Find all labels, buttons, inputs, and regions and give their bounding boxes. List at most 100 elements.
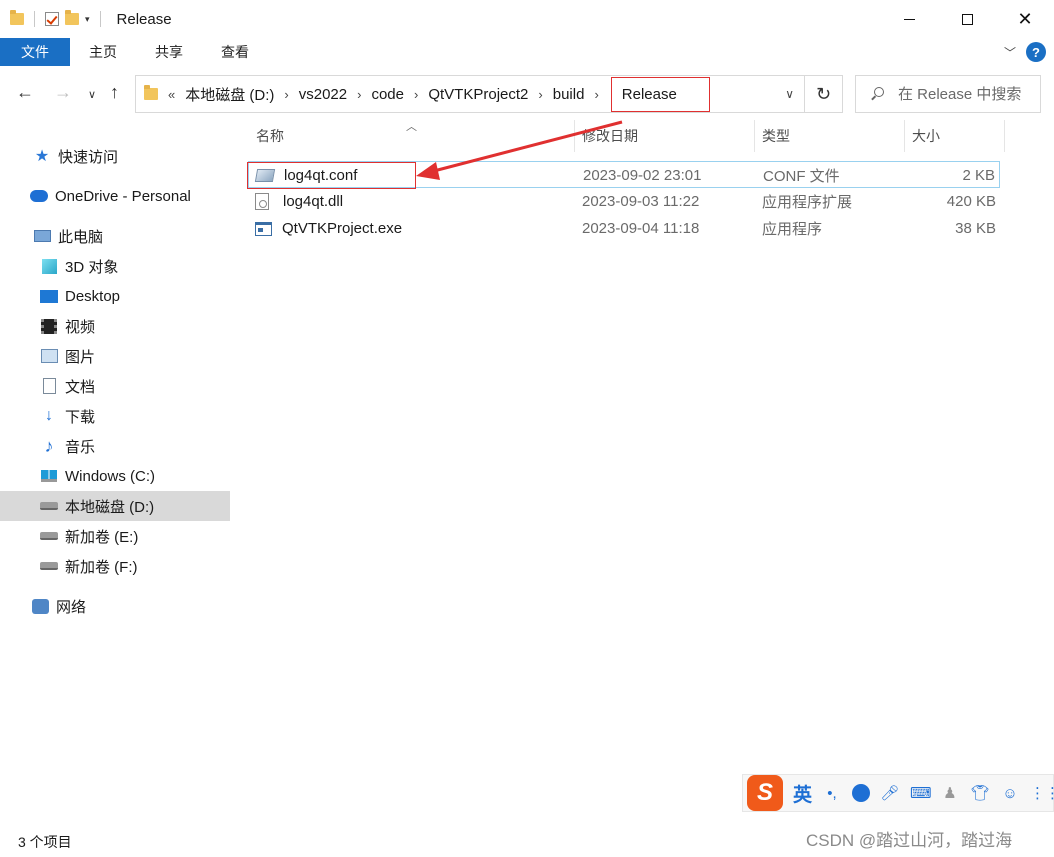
- up-arrow-icon[interactable]: ↑: [110, 82, 119, 103]
- sidebar-item-drive-e[interactable]: 新加卷 (E:): [0, 521, 230, 551]
- sidebar-item-label: 新加卷 (E:): [65, 528, 139, 546]
- sidebar-item-label: OneDrive - Personal: [55, 187, 191, 205]
- ime-language-toggle[interactable]: 英: [793, 780, 812, 807]
- properties-icon[interactable]: [45, 12, 59, 26]
- sidebar-item-documents[interactable]: 文档: [0, 371, 230, 401]
- sidebar-item-label: 此电脑: [58, 228, 104, 246]
- address-bar[interactable]: « 本地磁盘 (D:) › vs2022 › code › QtVTKProje…: [135, 75, 805, 113]
- menu-grid-icon[interactable]: ⋮⋮: [1030, 784, 1054, 802]
- file-name-cell: log4qt.dll: [255, 188, 343, 215]
- file-name: log4qt.dll: [283, 193, 344, 210]
- sidebar-item-pictures[interactable]: 图片: [0, 341, 230, 371]
- breadcrumb-overflow[interactable]: «: [168, 87, 175, 102]
- table-row[interactable]: QtVTKProject.exe 2023-09-04 11:18 应用程序 3…: [248, 215, 1000, 242]
- table-row[interactable]: log4qt.dll 2023-09-03 11:22 应用程序扩展 420 K…: [248, 188, 1000, 215]
- sidebar-item-label: 快速访问: [58, 148, 119, 166]
- maximize-button[interactable]: [938, 0, 996, 38]
- annotation-highlight-box: [247, 162, 416, 189]
- star-icon: ★: [34, 148, 50, 165]
- breadcrumb-code[interactable]: code: [371, 86, 404, 103]
- column-header-name[interactable]: 名称: [256, 118, 284, 154]
- search-icon: [870, 87, 884, 101]
- pictures-icon: [40, 348, 58, 364]
- pc-icon: [33, 228, 51, 244]
- sidebar-item-music[interactable]: ♪ 音乐: [0, 431, 230, 461]
- ime-logo-icon[interactable]: S: [747, 775, 783, 811]
- breadcrumb-vs2022[interactable]: vs2022: [299, 86, 347, 103]
- music-icon: ♪: [44, 435, 54, 456]
- sidebar-item-onedrive[interactable]: OneDrive - Personal: [0, 181, 230, 211]
- sidebar-item-drive-d[interactable]: 本地磁盘 (D:): [0, 491, 230, 521]
- breadcrumb-separator-icon[interactable]: ›: [538, 87, 542, 102]
- user-icon[interactable]: ♟: [940, 784, 960, 802]
- sidebar-item-this-pc[interactable]: 此电脑: [0, 221, 230, 251]
- title-bar: ▾ Release ✕: [0, 0, 1054, 38]
- forward-arrow-icon[interactable]: →: [54, 82, 72, 103]
- customize-toolbar-dropdown-icon[interactable]: ▾: [85, 14, 90, 25]
- breadcrumb-build[interactable]: build: [553, 86, 585, 103]
- tab-view[interactable]: 查看: [202, 38, 268, 66]
- file-size: 38 KB: [955, 220, 996, 237]
- watermark-text: CSDN @踏过山河，踏过海: [806, 831, 1013, 850]
- breadcrumb-qtvtkproject2[interactable]: QtVTKProject2: [428, 86, 528, 103]
- column-divider[interactable]: [574, 120, 575, 152]
- breadcrumb-separator-icon[interactable]: ›: [594, 87, 598, 102]
- sort-ascending-icon: ︿: [406, 121, 417, 133]
- breadcrumb-separator-icon[interactable]: ›: [414, 87, 418, 102]
- dll-file-icon: [255, 193, 269, 210]
- robot-icon[interactable]: ☺: [1000, 785, 1020, 802]
- sidebar-item-drive-c[interactable]: Windows (C:): [0, 461, 230, 491]
- microphone-icon[interactable]: 🎤︎: [880, 784, 900, 802]
- file-type: 应用程序: [762, 221, 823, 238]
- sidebar-item-label: 文档: [65, 378, 96, 396]
- help-icon[interactable]: ?: [1026, 42, 1046, 62]
- column-header-size[interactable]: 大小: [912, 118, 940, 154]
- download-icon: ↓: [45, 407, 53, 424]
- breadcrumb-release[interactable]: Release: [610, 76, 710, 112]
- file-list: ︿ 名称 修改日期 类型 大小 log4qt.conf 2023-09-02 2…: [240, 118, 1054, 818]
- column-header-date[interactable]: 修改日期: [582, 118, 638, 154]
- desktop-icon: [40, 288, 58, 304]
- expand-ribbon-chevron-icon[interactable]: ﹀: [1004, 44, 1016, 61]
- minimize-button[interactable]: [880, 0, 938, 38]
- search-input[interactable]: [898, 85, 1038, 103]
- status-item-count: 3 个项目: [18, 834, 72, 850]
- column-header-type[interactable]: 类型: [762, 118, 790, 154]
- sidebar-item-label: 3D 对象: [65, 258, 119, 276]
- sidebar-item-videos[interactable]: 视频: [0, 311, 230, 341]
- sidebar-item-downloads[interactable]: ↓ 下载: [0, 401, 230, 431]
- breadcrumb-drive-d[interactable]: 本地磁盘 (D:): [185, 84, 274, 105]
- sidebar-item-network[interactable]: 网络: [0, 591, 230, 621]
- tab-share[interactable]: 共享: [136, 38, 202, 66]
- sidebar-item-drive-f[interactable]: 新加卷 (F:): [0, 551, 230, 581]
- file-size: 420 KB: [946, 193, 996, 210]
- refresh-button[interactable]: ↻: [805, 75, 843, 113]
- close-button[interactable]: ✕: [996, 0, 1054, 38]
- skin-icon[interactable]: 👕︎: [970, 784, 990, 802]
- keyboard-icon[interactable]: ⌨: [910, 784, 932, 802]
- breadcrumb-separator-icon[interactable]: ›: [357, 87, 361, 102]
- sidebar-item-quick-access[interactable]: ★ 快速访问: [0, 141, 230, 171]
- tab-file[interactable]: 文件: [0, 38, 70, 66]
- recent-locations-chevron-icon[interactable]: ∨: [88, 88, 96, 101]
- column-divider[interactable]: [754, 120, 755, 152]
- drive-icon: [40, 528, 58, 544]
- new-folder-icon[interactable]: [65, 10, 79, 25]
- network-icon: [31, 598, 49, 614]
- tab-home[interactable]: 主页: [70, 38, 136, 66]
- column-divider[interactable]: [904, 120, 905, 152]
- column-divider[interactable]: [1004, 120, 1005, 152]
- drive-icon: [40, 558, 58, 574]
- sidebar-item-label: 音乐: [65, 438, 96, 456]
- sidebar-item-3d-objects[interactable]: 3D 对象: [0, 251, 230, 281]
- windows-drive-icon: [40, 468, 58, 484]
- sidebar-item-desktop[interactable]: Desktop: [0, 281, 230, 311]
- back-arrow-icon[interactable]: ←: [16, 82, 34, 103]
- breadcrumb-separator-icon[interactable]: ›: [284, 87, 288, 102]
- search-box[interactable]: [855, 75, 1041, 113]
- emoji-icon[interactable]: [852, 784, 871, 802]
- file-date: 2023-09-03 11:22: [582, 193, 700, 210]
- ime-punctuation-toggle[interactable]: •,: [822, 785, 842, 802]
- sidebar-item-label: 新加卷 (F:): [65, 558, 138, 576]
- address-dropdown-icon[interactable]: ∨: [785, 87, 794, 101]
